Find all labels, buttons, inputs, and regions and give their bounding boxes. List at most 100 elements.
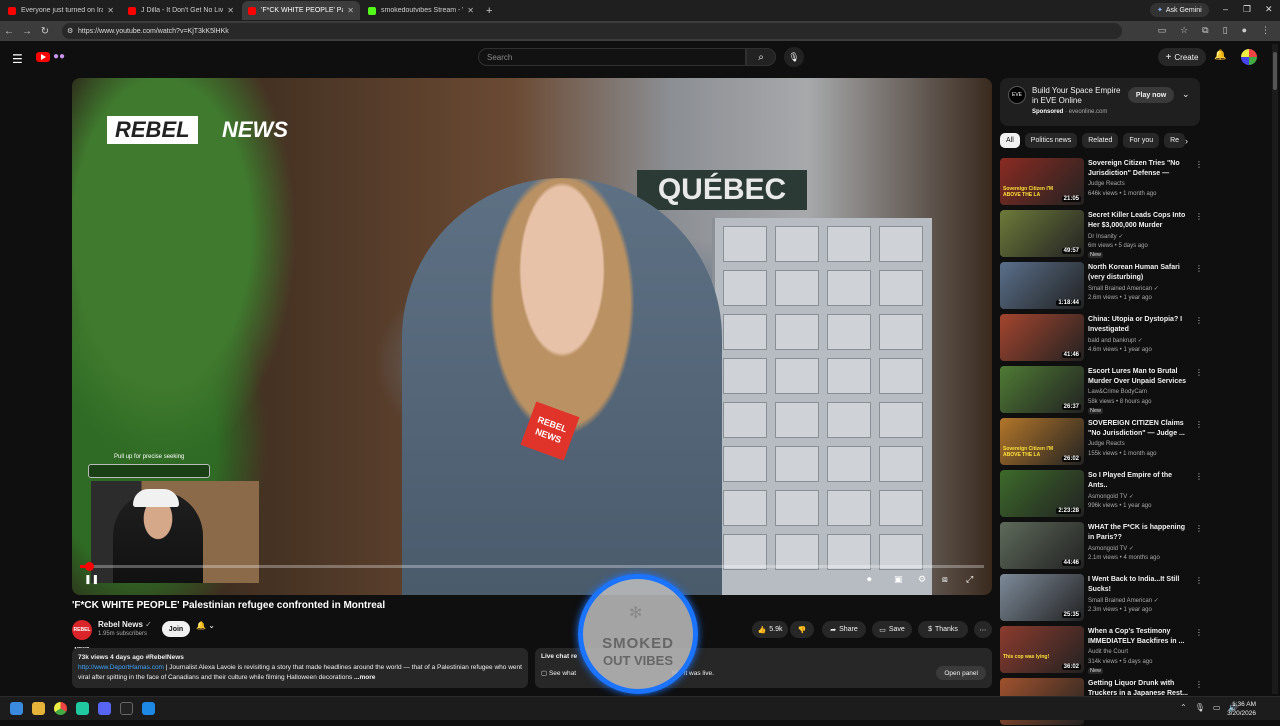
rec-thumbnail[interactable]: This cop was lying! 36:02 <box>1000 626 1084 673</box>
open-panel-button[interactable]: Open panel <box>936 666 986 680</box>
save-button[interactable]: ▭ Save <box>872 621 912 638</box>
browser-tab[interactable]: smokedoutvibes Stream - Watch ✕ <box>362 1 480 20</box>
rec-more-dots-icon[interactable]: ⋮ <box>1195 160 1203 169</box>
ad-expand-chevron-icon[interactable]: ⌄ <box>1182 89 1190 100</box>
rec-title[interactable]: Secret Killer Leads Cops Into Her $3,000… <box>1088 211 1192 231</box>
rec-more-dots-icon[interactable]: ⋮ <box>1195 368 1203 377</box>
logo-doodle-icon[interactable]: ●● <box>53 51 65 62</box>
voice-search-button[interactable]: 🎙 <box>784 47 804 67</box>
close-tab-icon[interactable]: ✕ <box>467 6 474 15</box>
sponsored-ad[interactable]: EVE Build Your Space Empire in EVE Onlin… <box>1000 78 1200 126</box>
menu-dots-icon[interactable]: ⋮ <box>1261 25 1270 36</box>
page-scrollbar[interactable] <box>1272 44 1278 694</box>
rec-thumbnail[interactable]: 49:57 <box>1000 210 1084 257</box>
rec-thumbnail[interactable]: 1:18:44 <box>1000 262 1084 309</box>
network-icon[interactable]: ▭ <box>1213 703 1221 712</box>
hamburger-menu-icon[interactable]: ☰ <box>12 52 23 66</box>
rec-more-dots-icon[interactable]: ⋮ <box>1195 316 1203 325</box>
subtitles-icon[interactable]: ▣ <box>894 574 903 585</box>
rec-thumbnail[interactable]: Sovereign Citizen I'M ABOVE THE LA 26:02 <box>1000 418 1084 465</box>
thanks-button[interactable]: $ Thanks <box>918 621 968 638</box>
close-tab-icon[interactable]: ✕ <box>347 6 354 15</box>
description-box[interactable]: 73k views 4 days ago #RebelNews http://w… <box>72 648 528 688</box>
rec-more-dots-icon[interactable]: ⋮ <box>1195 680 1203 689</box>
rec-channel[interactable]: Judge Reacts <box>1088 441 1125 447</box>
create-button[interactable]: + Create <box>1158 48 1206 66</box>
pause-icon[interactable]: ❚❚ <box>84 574 99 585</box>
rec-channel[interactable]: bald and bankrupt ✓ <box>1088 337 1143 344</box>
autoplay-toggle-icon[interactable]: ⏺ <box>867 574 872 585</box>
forward-icon[interactable]: → <box>18 26 36 37</box>
filter-chip[interactable]: For you <box>1123 133 1160 148</box>
new-tab-button[interactable]: + <box>486 5 492 17</box>
rec-more-dots-icon[interactable]: ⋮ <box>1195 628 1203 637</box>
recommended-video[interactable]: 26:37 Escort Lures Man to Brutal Murder O… <box>1000 366 1203 414</box>
rec-title[interactable]: So I Played Empire of the Ants.. <box>1088 471 1192 491</box>
video-player[interactable]: QUÉBEC REBEL NEWS REBEL NEWS Pull up for… <box>72 78 992 595</box>
rec-channel[interactable]: Small Brained American ✓ <box>1088 597 1159 604</box>
join-button[interactable]: Join <box>162 621 190 637</box>
file-explorer-icon[interactable] <box>32 702 45 715</box>
bookmark-star-icon[interactable]: ☆ <box>1180 25 1188 36</box>
back-icon[interactable]: ← <box>0 26 18 37</box>
recommended-video[interactable]: 25:35 I Went Back to India...It Still Suc… <box>1000 574 1203 622</box>
share-button[interactable]: ➦ Share <box>822 621 866 638</box>
recommended-video[interactable]: 49:57 Secret Killer Leads Cops Into Her $… <box>1000 210 1203 258</box>
recommended-video[interactable]: 2:23:28 So I Played Empire of the Ants.. A… <box>1000 470 1203 518</box>
rec-title[interactable]: China: Utopia or Dystopia? I Investigate… <box>1088 315 1192 335</box>
settings-gear-icon[interactable]: ⚙ <box>918 574 926 585</box>
rec-title[interactable]: WHAT the F*CK is happening in Paris?? <box>1088 523 1192 543</box>
progress-bar[interactable] <box>80 562 984 571</box>
more-actions-button[interactable]: ⋯ <box>974 621 992 638</box>
rec-title[interactable]: When a Cop's Testimony IMMEDIATELY Backf… <box>1088 627 1192 647</box>
windows-start-icon[interactable] <box>10 702 23 715</box>
account-avatar[interactable] <box>1241 49 1257 65</box>
cast-icon[interactable]: ▭ <box>1158 25 1167 36</box>
rec-more-dots-icon[interactable]: ⋮ <box>1195 264 1203 273</box>
rec-more-dots-icon[interactable]: ⋮ <box>1195 212 1203 221</box>
search-input[interactable]: Search <box>478 48 746 66</box>
page-scrollbar-thumb[interactable] <box>1273 52 1277 90</box>
app-icon-teal[interactable] <box>76 702 89 715</box>
filter-chip[interactable]: Politics news <box>1024 133 1078 148</box>
taskbar-clock[interactable]: 1:36 AM 3/20/2026 <box>1227 700 1256 718</box>
reload-icon[interactable]: ↻ <box>36 26 54 37</box>
discord-icon[interactable] <box>98 702 111 715</box>
rec-channel[interactable]: Dr Insanity ✓ <box>1088 233 1123 240</box>
rec-title[interactable]: Escort Lures Man to Brutal Murder Over U… <box>1088 367 1192 387</box>
rec-thumbnail[interactable]: 41:46 <box>1000 314 1084 361</box>
rec-title[interactable]: Sovereign Citizen Tries "No Jurisdiction… <box>1088 159 1192 179</box>
recommended-video[interactable]: 44:46 WHAT the F*CK is happening in Paris… <box>1000 522 1203 570</box>
rec-channel[interactable]: Law&Crime BodyCam <box>1088 389 1147 395</box>
dislike-button[interactable]: 👎 <box>790 621 814 638</box>
site-info-icon[interactable]: ⚙ <box>67 27 73 35</box>
chips-next-arrow-icon[interactable]: › <box>1185 136 1188 146</box>
chrome-icon[interactable] <box>54 702 67 715</box>
search-button[interactable]: ⌕ <box>746 48 776 66</box>
rec-thumbnail[interactable]: Sovereign Citizen I'M ABOVE THE LA 21:05 <box>1000 158 1084 205</box>
rec-channel[interactable]: Small Brained American ✓ <box>1088 285 1159 292</box>
like-button[interactable]: 👍 5.9k <box>752 621 788 638</box>
rec-thumbnail[interactable]: 25:35 <box>1000 574 1084 621</box>
recommended-video[interactable]: Sovereign Citizen I'M ABOVE THE LA 26:02 S… <box>1000 418 1203 466</box>
rec-title[interactable]: SOVEREIGN CITIZEN Claims "No Jurisdictio… <box>1088 419 1192 439</box>
chevron-up-icon[interactable]: ⌃ <box>1180 703 1187 712</box>
fullscreen-icon[interactable]: ⤢ <box>966 574 973 585</box>
microphone-tray-icon[interactable]: 🎙 <box>1195 703 1205 712</box>
close-window-button[interactable]: ✕ <box>1265 4 1273 15</box>
channel-avatar[interactable]: REBEL NEWS <box>72 620 92 653</box>
recommended-video[interactable]: 41:46 China: Utopia or Dystopia? I Invest… <box>1000 314 1203 362</box>
recommended-video[interactable]: This cop was lying! 36:02 When a Cop's Tes… <box>1000 626 1203 674</box>
filter-chip[interactable]: Related <box>1082 133 1119 148</box>
rec-channel[interactable]: Judge Reacts <box>1088 181 1125 187</box>
rec-thumbnail[interactable]: 26:37 <box>1000 366 1084 413</box>
progress-scrubber[interactable] <box>85 562 95 571</box>
extensions-icon[interactable]: ⧉ <box>1202 25 1208 36</box>
rec-title[interactable]: North Korean Human Safari (very disturbi… <box>1088 263 1192 283</box>
browser-tab[interactable]: J Dilla - It Don't Get No Liver Th✕ <box>122 1 240 20</box>
rec-channel[interactable]: Asmongold TV ✓ <box>1088 493 1134 500</box>
rec-more-dots-icon[interactable]: ⋮ <box>1195 420 1203 429</box>
channel-name[interactable]: Rebel News ✓ <box>98 620 152 629</box>
close-tab-icon[interactable]: ✕ <box>107 6 114 15</box>
rec-channel[interactable]: Audit the Court <box>1088 649 1128 655</box>
